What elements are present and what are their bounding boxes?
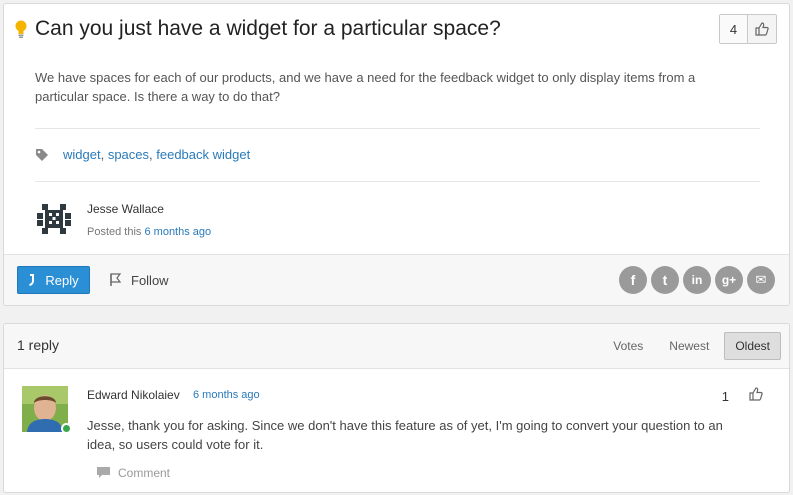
topic-vote-count: 4 [720,15,748,43]
author-meta: Posted this 6 months ago [87,226,211,238]
topic-author: Jesse Wallace Posted this 6 months ago [35,200,211,238]
reply-like-button[interactable] [749,387,763,406]
reply-item: Edward Nikolaiev 6 months ago 1 Jesse, t… [4,369,789,493]
thumbs-up-icon [749,387,763,401]
twitter-icon: t [662,272,668,288]
reply-button[interactable]: Reply [17,266,90,294]
divider [35,181,760,182]
avatar[interactable] [35,200,73,238]
sort-tab-votes[interactable]: Votes [602,332,654,360]
sort-tab-oldest[interactable]: Oldest [724,332,781,360]
reply-time[interactable]: 6 months ago [193,389,260,401]
replies-header: 1 reply Votes Newest Oldest [4,324,789,369]
linkedin-share-button[interactable]: in [683,266,711,294]
facebook-icon: f [630,272,636,288]
posted-prefix: Posted this [87,226,145,238]
reply-author[interactable]: Edward Nikolaiev [87,388,180,402]
reply-count: 1 reply [17,337,60,353]
topic-body: We have spaces for each of our products,… [35,70,696,104]
topic-like-button[interactable] [748,15,776,43]
tag-separator: , [100,147,108,162]
tag-link[interactable]: feedback widget [156,147,250,162]
thumbs-up-icon [755,22,769,36]
topic-card: Can you just have a widget for a particu… [3,3,790,306]
share-buttons: f t in g+ ✉ [619,266,775,294]
email-icon: ✉ [755,272,767,287]
online-status-indicator [61,423,72,434]
lightbulb-icon [15,20,27,38]
divider [35,128,760,129]
tag-link[interactable]: spaces [108,147,149,162]
follow-icon [110,273,122,286]
topic-title: Can you just have a widget for a particu… [35,17,501,40]
googleplus-share-button[interactable]: g+ [715,266,743,294]
comment-label: Comment [118,466,171,480]
follow-label: Follow [131,272,169,288]
tag-link[interactable]: widget [63,147,101,162]
linkedin-icon: in [691,273,703,287]
topic-vote-box: 4 [719,14,777,44]
topic-action-bar: Reply Follow f t in g+ ✉ [4,254,789,305]
reply-icon [29,274,35,286]
email-share-button[interactable]: ✉ [747,266,775,294]
twitter-share-button[interactable]: t [651,266,679,294]
follow-button[interactable]: Follow [108,266,169,294]
topic-author-info: Jesse Wallace Posted this 6 months ago [87,200,211,238]
tag-icon [36,148,48,161]
facebook-share-button[interactable]: f [619,266,647,294]
tag-list: widget, spaces, feedback widget [63,147,250,162]
tags-row: widget, spaces, feedback widget [35,147,250,162]
author-name[interactable]: Jesse Wallace [87,202,211,216]
replies-card: 1 reply Votes Newest Oldest Edward Nikol… [3,323,790,493]
google-plus-icon: g+ [721,273,737,287]
posted-time[interactable]: 6 months ago [144,226,211,238]
sort-tabs: Votes Newest Oldest [598,332,781,360]
comment-button[interactable]: Comment [97,466,170,480]
reply-vote-count: 1 [721,389,729,404]
sort-tab-newest[interactable]: Newest [658,332,720,360]
comment-icon [97,467,110,478]
reply-avatar[interactable] [22,386,72,434]
reply-label: Reply [45,272,79,288]
reply-text: Jesse, thank you for asking. Since we do… [87,418,723,452]
